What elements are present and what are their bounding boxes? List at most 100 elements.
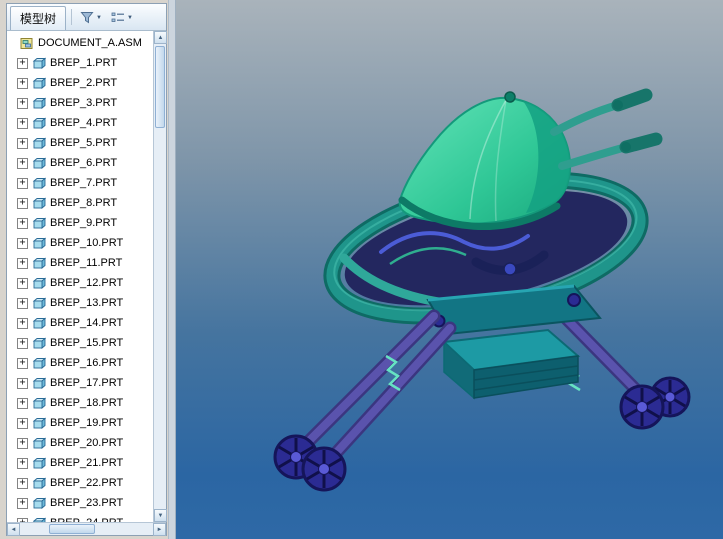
expand-toggle[interactable]: + — [17, 257, 28, 269]
model-tree-header: 模型树 ▼ ▼ — [7, 4, 166, 31]
expand-toggle[interactable]: + — [17, 157, 28, 169]
tree-item[interactable]: + BREP_22.PRT — [7, 473, 153, 493]
scroll-left-button[interactable]: ◄ — [7, 523, 20, 536]
part-icon — [32, 397, 46, 409]
tree-root-label: DOCUMENT_A.ASM — [38, 37, 142, 49]
rear-wheel[interactable] — [619, 384, 665, 430]
tree-item[interactable]: + BREP_1.PRT — [7, 53, 153, 73]
scroll-up-button[interactable]: ▲ — [154, 31, 167, 44]
expand-toggle[interactable]: + — [17, 177, 28, 189]
tree-list: + BREP_1.PRT + BREP_2.PRT + BREP_3.PRT + — [7, 53, 153, 522]
tree-item[interactable]: + BREP_16.PRT — [7, 353, 153, 373]
plus-icon: + — [19, 57, 26, 68]
tree-item-label: BREP_20.PRT — [50, 437, 124, 449]
plus-icon: + — [19, 217, 26, 228]
tree-root-item[interactable]: DOCUMENT_A.ASM — [7, 33, 153, 53]
model-tree-tab[interactable]: 模型树 — [10, 6, 67, 30]
model-tree-panel: 模型树 ▼ ▼ DOCUMENT_A.ASM + BREP_1.PRT + BR… — [6, 3, 167, 536]
expand-toggle[interactable]: + — [17, 317, 28, 329]
graphics-viewport[interactable] — [176, 0, 723, 539]
tree-item[interactable]: + BREP_18.PRT — [7, 393, 153, 413]
tree-item[interactable]: + BREP_11.PRT — [7, 253, 153, 273]
expand-toggle[interactable]: + — [17, 457, 28, 469]
scroll-down-button[interactable]: ▼ — [154, 509, 167, 522]
part-icon — [32, 157, 46, 169]
expand-toggle[interactable]: + — [17, 357, 28, 369]
plus-icon: + — [19, 277, 26, 288]
part-icon — [32, 137, 46, 149]
front-wheels[interactable] — [273, 434, 347, 492]
tree-item-label: BREP_1.PRT — [50, 57, 118, 69]
expand-toggle[interactable]: + — [17, 397, 28, 409]
canopy[interactable] — [398, 91, 572, 231]
expand-toggle[interactable]: + — [17, 137, 28, 149]
expand-toggle[interactable]: + — [17, 237, 28, 249]
tree-item[interactable]: + BREP_23.PRT — [7, 493, 153, 513]
tree-item[interactable]: + BREP_5.PRT — [7, 133, 153, 153]
tree-item[interactable]: + BREP_24.PRT — [7, 513, 153, 522]
part-icon — [32, 217, 46, 229]
filter-icon — [80, 12, 94, 24]
expand-toggle[interactable]: + — [17, 417, 28, 429]
storage-basket[interactable] — [441, 328, 581, 400]
tree-item-label: BREP_8.PRT — [50, 197, 118, 209]
front-wheel[interactable] — [301, 446, 347, 492]
expand-toggle[interactable]: + — [17, 477, 28, 489]
toolbar-separator — [71, 9, 73, 25]
plus-icon: + — [19, 377, 26, 388]
expand-toggle[interactable]: + — [17, 277, 28, 289]
tree-item[interactable]: + BREP_9.PRT — [7, 213, 153, 233]
panel-splitter[interactable] — [168, 0, 176, 539]
tree-item-label: BREP_2.PRT — [50, 77, 118, 89]
tree-item[interactable]: + BREP_21.PRT — [7, 453, 153, 473]
tree-item[interactable]: + BREP_2.PRT — [7, 73, 153, 93]
tree-item[interactable]: + BREP_14.PRT — [7, 313, 153, 333]
part-icon — [32, 317, 46, 329]
tree-item-label: BREP_14.PRT — [50, 317, 124, 329]
tree-item-label: BREP_6.PRT — [50, 157, 118, 169]
tree-item[interactable]: + BREP_10.PRT — [7, 233, 153, 253]
tree-item[interactable]: + BREP_3.PRT — [7, 93, 153, 113]
tree-item-label: BREP_21.PRT — [50, 457, 124, 469]
horizontal-scroll-thumb[interactable] — [49, 524, 95, 534]
expand-toggle[interactable]: + — [17, 377, 28, 389]
plus-icon: + — [19, 397, 26, 408]
tree-item[interactable]: + BREP_4.PRT — [7, 113, 153, 133]
scroll-right-button[interactable]: ► — [153, 523, 166, 536]
tree-item[interactable]: + BREP_13.PRT — [7, 293, 153, 313]
part-icon — [32, 237, 46, 249]
tree-item[interactable]: + BREP_20.PRT — [7, 433, 153, 453]
part-icon — [32, 177, 46, 189]
tree-item[interactable]: + BREP_8.PRT — [7, 193, 153, 213]
expand-toggle[interactable]: + — [17, 197, 28, 209]
part-icon — [32, 197, 46, 209]
plus-icon: + — [19, 297, 26, 308]
expand-toggle[interactable]: + — [17, 497, 28, 509]
expand-toggle[interactable]: + — [17, 217, 28, 229]
expand-toggle[interactable]: + — [17, 297, 28, 309]
tree-item[interactable]: + BREP_6.PRT — [7, 153, 153, 173]
front-leg[interactable] — [291, 309, 457, 471]
plus-icon: + — [19, 257, 26, 268]
part-icon — [32, 337, 46, 349]
tree-item[interactable]: + BREP_17.PRT — [7, 373, 153, 393]
vertical-scroll-thumb[interactable] — [155, 46, 165, 128]
expand-toggle[interactable]: + — [17, 337, 28, 349]
expand-toggle[interactable]: + — [17, 77, 28, 89]
expand-toggle[interactable]: + — [17, 437, 28, 449]
filter-settings-button[interactable]: ▼ — [77, 8, 105, 27]
expand-toggle[interactable]: + — [17, 57, 28, 69]
tree-columns-button[interactable]: ▼ — [108, 8, 136, 27]
tree-horizontal-scrollbar[interactable]: ◄ ► — [7, 522, 166, 536]
tree-item-label: BREP_19.PRT — [50, 417, 124, 429]
tree-item[interactable]: + BREP_15.PRT — [7, 333, 153, 353]
expand-toggle[interactable]: + — [17, 117, 28, 129]
list-icon — [111, 12, 124, 22]
tree-item[interactable]: + BREP_12.PRT — [7, 273, 153, 293]
tree-item-label: BREP_17.PRT — [50, 377, 124, 389]
expand-toggle[interactable]: + — [17, 97, 28, 109]
tree-vertical-scrollbar[interactable]: ▲ ▼ — [153, 31, 167, 522]
tree-item[interactable]: + BREP_19.PRT — [7, 413, 153, 433]
tree-item[interactable]: + BREP_7.PRT — [7, 173, 153, 193]
plus-icon: + — [19, 137, 26, 148]
